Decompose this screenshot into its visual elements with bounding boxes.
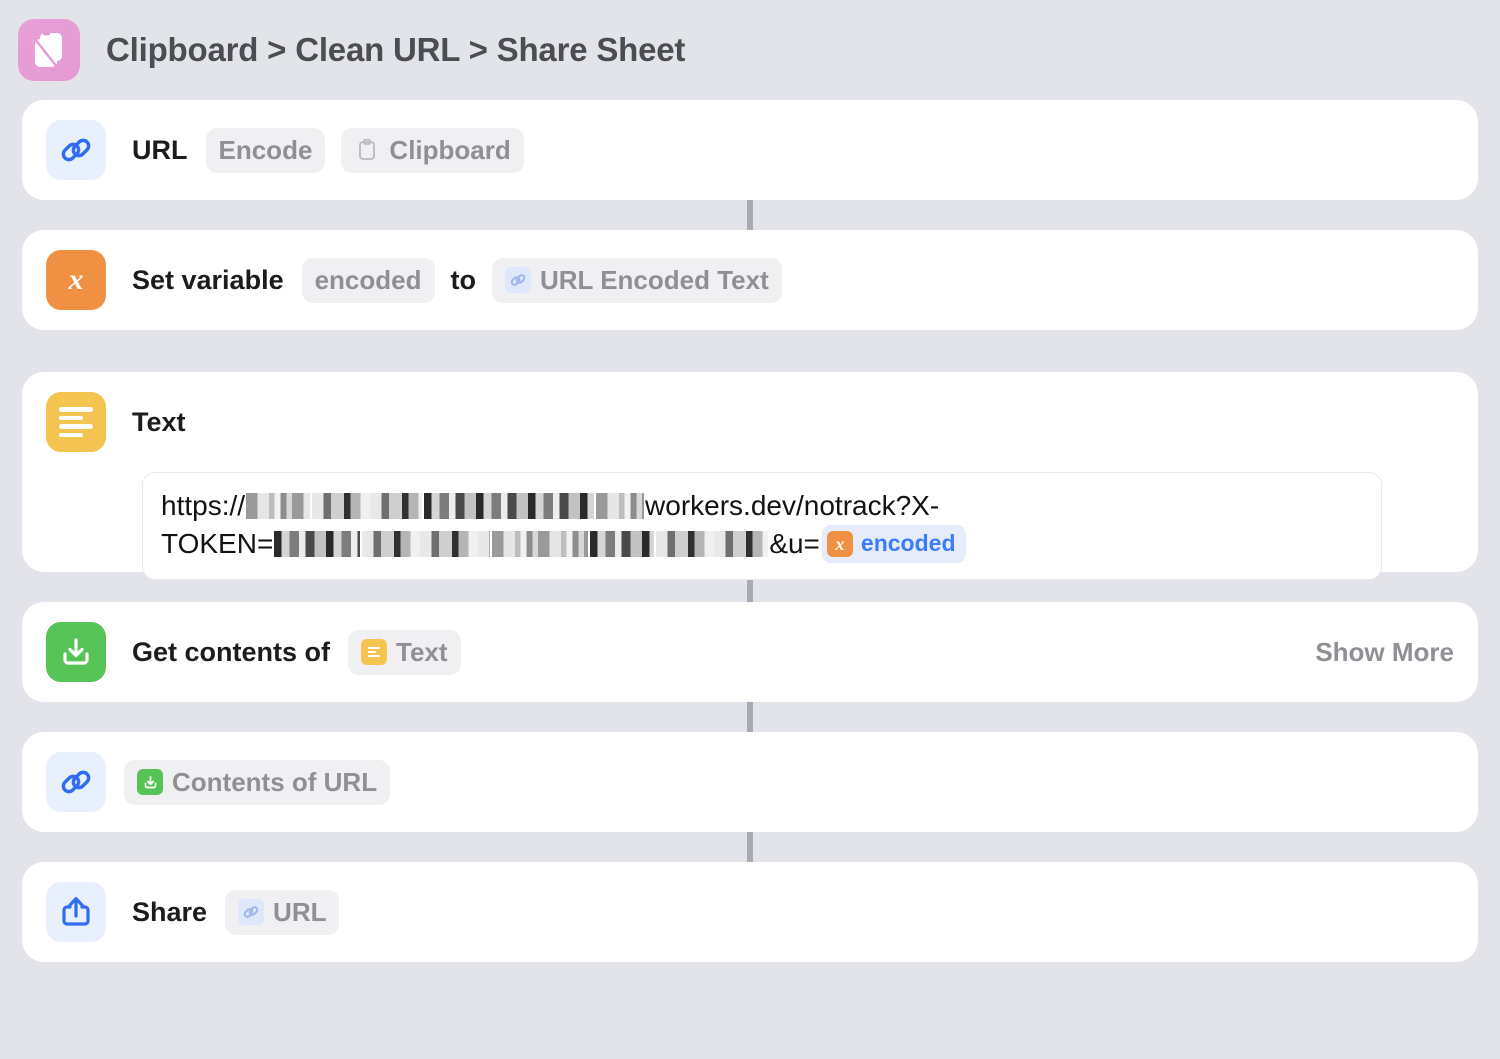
text-lines-icon xyxy=(361,639,388,665)
redacted-block xyxy=(424,493,595,520)
link-icon xyxy=(505,267,531,293)
variable-x-icon: x xyxy=(46,250,106,310)
page-title: Clipboard > Clean URL > Share Sheet xyxy=(106,31,686,68)
parameter-pill-clipboard[interactable]: Clipboard xyxy=(341,127,524,173)
variable-token-label: encoded xyxy=(860,530,956,557)
redacted-block xyxy=(590,531,655,558)
pill-label: Encode xyxy=(218,134,313,165)
header: Clipboard > Clean URL > Share Sheet xyxy=(0,0,1500,100)
parameter-pill-encode[interactable]: Encode xyxy=(205,127,326,173)
link-icon xyxy=(46,752,106,812)
pill-label: Text xyxy=(396,636,448,667)
download-icon xyxy=(46,622,106,682)
redacted-block xyxy=(596,493,645,520)
action-label-share: Share xyxy=(132,896,208,927)
flow-connector xyxy=(747,702,753,732)
text-suffix-1: workers.dev/notrack?X- xyxy=(645,490,940,521)
download-icon xyxy=(137,769,163,795)
pill-label: Contents of URL xyxy=(172,766,378,797)
action-card-share[interactable]: Share URL xyxy=(22,862,1478,962)
redacted-block xyxy=(274,531,361,558)
shortcut-action-list: URL Encode Clipboard x Set variable enco… xyxy=(0,100,1500,962)
pill-label: encoded xyxy=(314,264,422,295)
parameter-pill-url-encoded-text[interactable]: URL Encoded Text xyxy=(492,257,782,303)
redacted-block xyxy=(246,493,311,520)
text-line-2: TOKEN= &u= x encoded xyxy=(161,525,1363,563)
text-prefix-2: TOKEN= xyxy=(161,528,274,560)
parameter-pill-url[interactable]: URL xyxy=(225,889,340,935)
parameter-pill-contents-of-url[interactable]: Contents of URL xyxy=(124,759,391,805)
action-card-get-contents-of-url[interactable]: Get contents of Text Show More xyxy=(22,602,1478,702)
parameter-pill-text[interactable]: Text xyxy=(348,629,461,675)
link-icon xyxy=(46,120,106,180)
action-label-set-variable: Set variable xyxy=(132,264,284,295)
flow-connector xyxy=(747,200,753,230)
action-card-url-encode[interactable]: URL Encode Clipboard xyxy=(22,100,1478,200)
link-icon xyxy=(238,899,265,925)
action-label-text: Text xyxy=(132,406,186,437)
action-label-get-contents-of: Get contents of xyxy=(132,636,331,667)
redacted-block xyxy=(656,531,769,558)
action-card-set-variable[interactable]: x Set variable encoded to URL Encoded Te… xyxy=(22,230,1478,330)
action-label-url: URL xyxy=(132,134,188,165)
share-icon xyxy=(46,882,106,942)
parameter-pill-variable-name[interactable]: encoded xyxy=(301,257,435,303)
text-lines-icon xyxy=(46,392,106,452)
text-line-1: https:// workers.dev/notrack?X- xyxy=(161,487,1363,525)
show-more-button[interactable]: Show More xyxy=(1315,637,1454,668)
pill-label: URL Encoded Text xyxy=(540,264,769,295)
text-prefix-1: https:// xyxy=(161,490,246,521)
pill-label: URL xyxy=(273,896,327,927)
pill-label: Clipboard xyxy=(389,134,511,165)
flow-connector xyxy=(747,832,753,862)
variable-x-icon: x xyxy=(826,531,853,558)
redacted-block xyxy=(492,531,589,558)
text-input-field[interactable]: https:// workers.dev/notrack?X- TOKEN= &… xyxy=(142,472,1382,581)
text-suffix-2: &u= xyxy=(769,528,820,560)
connector-word-to: to xyxy=(450,264,476,295)
redacted-block xyxy=(362,531,491,558)
text-lines-glyph xyxy=(59,407,93,437)
redacted-block xyxy=(312,493,423,520)
variable-glyph-letter: x xyxy=(68,263,84,296)
text-card-header: Text xyxy=(46,372,1454,472)
action-card-contents-of-url-output[interactable]: Contents of URL xyxy=(22,732,1478,832)
variable-token-encoded[interactable]: x encoded xyxy=(821,525,966,563)
action-card-text[interactable]: Text https:// workers.dev/notrack?X- TOK… xyxy=(22,372,1478,581)
clipboard-icon xyxy=(354,137,380,163)
clipboard-app-icon xyxy=(18,19,80,81)
